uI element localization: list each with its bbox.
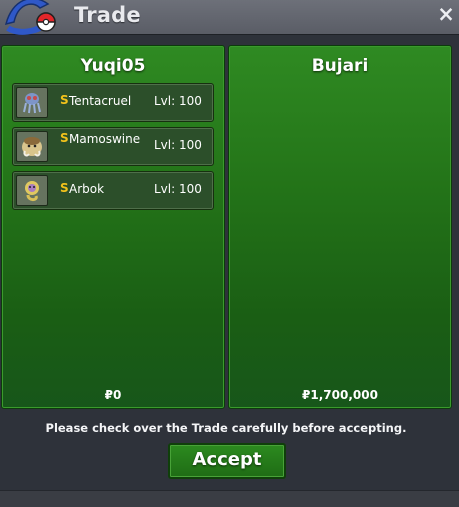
pokemon-row[interactable]: S Arbok Lvl: 100 [12, 171, 214, 210]
title-bar[interactable]: Trade × [0, 0, 459, 35]
pokemon-row[interactable]: S Tentacruel Lvl: 100 [12, 83, 214, 122]
left-trade-panel: Yuqi05 S Tentacruel Lvl: 100 S Mamoswine… [1, 45, 225, 409]
bottom-border [0, 490, 459, 507]
arbok-sprite-icon [16, 175, 48, 206]
trade-notice: Please check over the Trade carefully be… [45, 421, 407, 435]
left-money-offer: ₽0 [104, 388, 122, 402]
mamoswine-sprite-icon [16, 131, 48, 162]
window-title: Trade [74, 3, 141, 27]
tentacruel-sprite-icon [16, 87, 48, 118]
pokeball-logo-icon [2, 0, 64, 36]
right-money-offer: ₽1,700,000 [302, 388, 378, 402]
shiny-icon: S [60, 131, 69, 145]
pokemon-name: Tentacruel [69, 94, 132, 108]
pokemon-level: Lvl: 100 [154, 94, 202, 108]
accept-button[interactable]: Accept [168, 443, 286, 479]
trade-window: Trade × Yuqi05 S Tentacruel Lvl: 100 S M… [0, 0, 459, 507]
pokemon-name: Mamoswine [69, 132, 141, 146]
close-icon[interactable]: × [437, 4, 455, 25]
shiny-icon: S [60, 181, 69, 195]
right-trade-panel: Bujari ₽1,700,000 [228, 45, 452, 409]
pokemon-level: Lvl: 100 [154, 182, 202, 196]
right-player-name: Bujari [311, 56, 369, 76]
pokemon-level: Lvl: 100 [154, 138, 202, 152]
left-player-name: Yuqi05 [80, 56, 146, 76]
pokemon-name: Arbok [69, 182, 105, 196]
shiny-icon: S [60, 93, 69, 107]
pokemon-row[interactable]: S Mamoswine Lvl: 100 [12, 127, 214, 166]
